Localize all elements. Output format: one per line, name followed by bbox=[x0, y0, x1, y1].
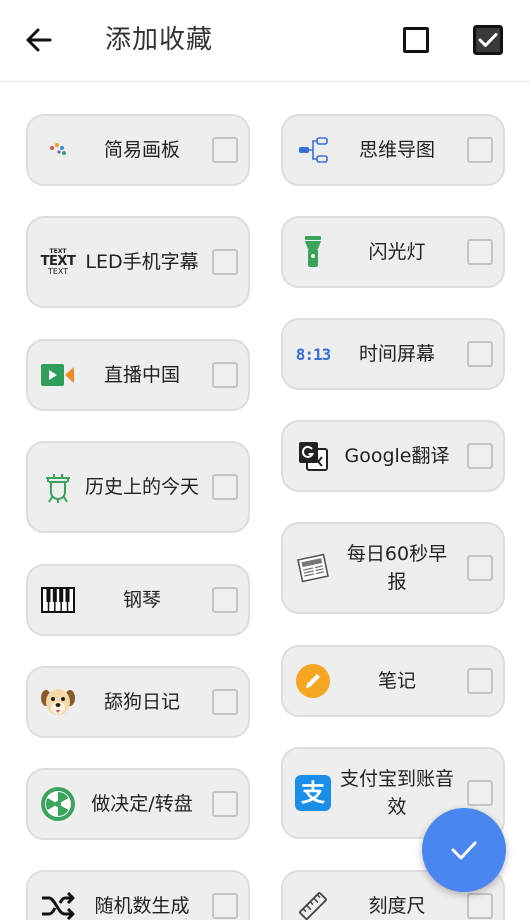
item-card-wheel[interactable]: 做决定/转盘 bbox=[26, 768, 250, 840]
alipay-icon: 支 bbox=[295, 775, 331, 811]
item-label: 直播中国 bbox=[103, 364, 180, 386]
item-card-live[interactable]: 直播中国 bbox=[26, 339, 250, 411]
led-text-small: TEXT bbox=[47, 266, 69, 276]
select-all-button[interactable] bbox=[470, 22, 506, 58]
empty-checkbox-icon bbox=[403, 27, 429, 53]
deselect-all-button[interactable] bbox=[398, 22, 434, 58]
item-card-history[interactable]: 历史上的今天 bbox=[26, 441, 250, 533]
item-label: 每日60秒早报 bbox=[346, 543, 448, 593]
item-card-news[interactable]: 每日60秒早报 bbox=[281, 522, 505, 614]
item-checkbox[interactable] bbox=[467, 341, 493, 367]
shuffle-icon bbox=[40, 888, 76, 920]
item-card-piano[interactable]: 钢琴 bbox=[26, 564, 250, 636]
item-label: 随机数生成 bbox=[94, 895, 190, 917]
confirm-fab[interactable] bbox=[422, 808, 506, 892]
history-icon bbox=[40, 469, 76, 505]
google-translate-icon bbox=[295, 438, 331, 474]
item-checkbox[interactable] bbox=[467, 555, 493, 581]
arrow-left-icon bbox=[26, 28, 52, 52]
item-checkbox[interactable] bbox=[467, 893, 493, 919]
flashlight-icon bbox=[295, 234, 331, 270]
item-checkbox[interactable] bbox=[212, 474, 238, 500]
checked-checkbox-icon bbox=[473, 25, 503, 55]
item-card-translate[interactable]: Google翻译 bbox=[281, 420, 505, 492]
favorites-grid: 简易画板 思维导图 TEXT TEXT TEXT LED手机字幕 闪光灯 直播中… bbox=[0, 82, 530, 920]
item-label: 舔狗日记 bbox=[103, 691, 180, 713]
back-button[interactable] bbox=[20, 22, 56, 58]
item-card-palette[interactable]: 简易画板 bbox=[26, 114, 250, 186]
item-checkbox[interactable] bbox=[212, 893, 238, 919]
item-card-led[interactable]: TEXT TEXT TEXT LED手机字幕 bbox=[26, 216, 250, 308]
item-card-flashlight[interactable]: 闪光灯 bbox=[281, 216, 505, 288]
clock-digits-icon: 8:13 bbox=[295, 336, 332, 372]
item-checkbox[interactable] bbox=[467, 780, 493, 806]
led-text-icon: TEXT TEXT TEXT bbox=[40, 244, 76, 280]
item-label: 刻度尺 bbox=[368, 895, 426, 917]
dog-icon bbox=[40, 684, 76, 720]
item-label: 支付宝到账音效 bbox=[339, 768, 454, 818]
newspaper-icon bbox=[295, 550, 331, 586]
item-card-note[interactable]: 笔记 bbox=[281, 645, 505, 717]
item-label: 时间屏幕 bbox=[358, 343, 435, 365]
item-checkbox[interactable] bbox=[212, 362, 238, 388]
item-label: LED手机字幕 bbox=[85, 251, 199, 273]
item-label: 思维导图 bbox=[358, 139, 435, 161]
app-bar: 添加收藏 bbox=[0, 0, 530, 82]
item-checkbox[interactable] bbox=[467, 137, 493, 163]
item-label: Google翻译 bbox=[344, 445, 450, 467]
item-checkbox[interactable] bbox=[212, 791, 238, 817]
item-checkbox[interactable] bbox=[212, 137, 238, 163]
item-label: 简易画板 bbox=[103, 139, 180, 161]
item-label: 钢琴 bbox=[122, 589, 161, 611]
item-checkbox[interactable] bbox=[467, 668, 493, 694]
live-video-icon bbox=[40, 357, 76, 393]
item-label: 笔记 bbox=[377, 670, 416, 692]
check-icon bbox=[451, 841, 477, 860]
page-title: 添加收藏 bbox=[105, 25, 214, 55]
clock-digits-text: 8:13 bbox=[295, 344, 332, 364]
piano-icon bbox=[40, 582, 76, 618]
item-label: 做决定/转盘 bbox=[91, 793, 193, 815]
alipay-icon-text: 支 bbox=[301, 779, 325, 807]
item-checkbox[interactable] bbox=[212, 689, 238, 715]
item-card-mindmap[interactable]: 思维导图 bbox=[281, 114, 505, 186]
item-checkbox[interactable] bbox=[467, 239, 493, 265]
ruler-icon bbox=[295, 888, 331, 920]
item-checkbox[interactable] bbox=[467, 443, 493, 469]
wheel-icon bbox=[40, 786, 76, 822]
item-checkbox[interactable] bbox=[212, 587, 238, 613]
palette-icon bbox=[40, 132, 76, 168]
mindmap-icon bbox=[295, 132, 331, 168]
note-pencil-icon bbox=[295, 663, 331, 699]
item-label: 历史上的今天 bbox=[84, 476, 199, 498]
item-card-dog[interactable]: 舔狗日记 bbox=[26, 666, 250, 738]
led-text-big: TEXT bbox=[40, 253, 76, 269]
item-label: 闪光灯 bbox=[368, 241, 426, 263]
item-checkbox[interactable] bbox=[212, 249, 238, 275]
item-card-clock[interactable]: 8:13 时间屏幕 bbox=[281, 318, 505, 390]
item-card-random[interactable]: 随机数生成 bbox=[26, 870, 250, 920]
